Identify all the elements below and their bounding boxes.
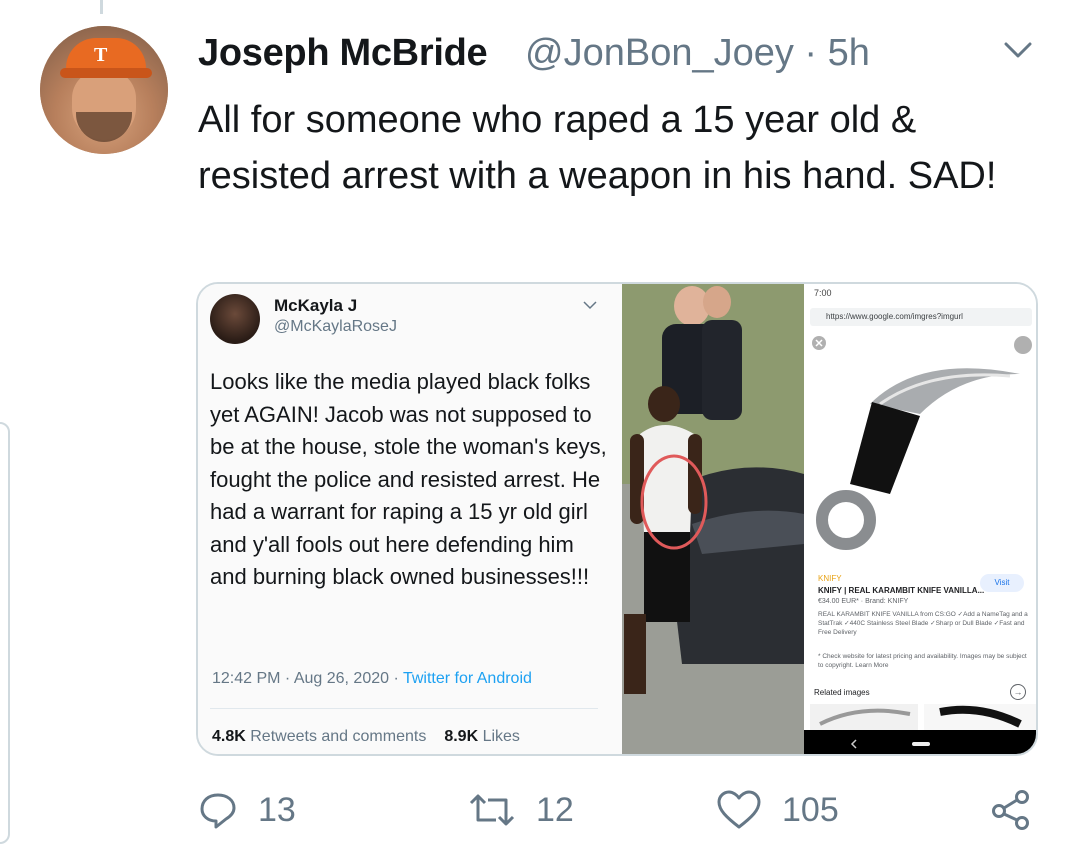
like-button[interactable]: 105: [716, 780, 839, 840]
inner-retweets-label: Retweets and comments: [245, 728, 427, 745]
product-card: KNIFY KNIFY | REAL KARAMBIT KNIFE VANILL…: [804, 566, 1036, 669]
police-scene-illustration: [622, 284, 804, 754]
inner-handle: @McKaylaRoseJ: [274, 318, 397, 335]
retweet-icon: [469, 794, 515, 826]
retweet-button[interactable]: 12: [468, 780, 574, 840]
phone-nav-bar: [804, 730, 1036, 754]
action-bar: 13 12 105: [0, 780, 1080, 840]
inner-timestamp-text: 12:42 PM · Aug 26, 2020 ·: [212, 670, 403, 687]
inner-chevron-down-icon: [583, 301, 597, 310]
like-icon: [717, 790, 761, 829]
quoted-tweet-screenshot: McKayla J @McKaylaRoseJ Looks like the m…: [198, 284, 622, 754]
product-brand: KNIFY: [818, 574, 842, 583]
phone-screenshot: 7:00 https://www.google.com/imgres?imgur…: [804, 284, 1036, 754]
share-button[interactable]: [990, 780, 1032, 840]
share-icon: [992, 790, 1029, 830]
reply-count: 13: [258, 790, 296, 829]
browser-url-bar: https://www.google.com/imgres?imgurl: [810, 308, 1032, 326]
reply-button[interactable]: 13: [198, 780, 296, 840]
inner-timestamp: 12:42 PM · Aug 26, 2020 · Twitter for An…: [212, 670, 532, 688]
arrow-right-icon: →: [1010, 684, 1026, 700]
photo-police-scene: [622, 284, 804, 754]
inner-stats: 4.8K Retweets and comments 8.9K Likes: [212, 728, 520, 746]
product-description: REAL KARAMBIT KNIFE VANILLA from CS:GO ✓…: [818, 611, 1028, 636]
inner-tweet-text: Looks like the media played black folks …: [210, 369, 607, 589]
visit-button: Visit: [980, 574, 1024, 592]
reply-icon: [200, 793, 236, 829]
related-thumbnails: [810, 704, 1036, 730]
karambit-knife-image: [816, 368, 1020, 550]
attached-image[interactable]: McKayla J @McKaylaRoseJ Looks like the m…: [196, 282, 1038, 756]
inner-avatar: [210, 294, 260, 344]
tweet-text: All for someone who raped a 15 year old …: [198, 99, 997, 197]
avatar-cap-logo: T: [94, 44, 108, 66]
inner-likes-count: 8.9K: [444, 728, 479, 745]
related-images-label: Related images: [814, 688, 870, 697]
inner-divider: [210, 708, 598, 709]
product-disclaimer: * Check website for latest pricing and a…: [818, 653, 1027, 669]
inner-app-name: Twitter for Android: [402, 670, 532, 687]
phone-time: 7:00: [814, 288, 832, 298]
phone-status-bar: 7:00: [804, 284, 1036, 302]
avatar-cap-brim: [60, 68, 152, 78]
inner-display-name: McKayla J: [274, 296, 358, 315]
inner-likes-label: Likes: [478, 728, 520, 745]
product-title: KNIFY | REAL KARAMBIT KNIFE VANILLA...: [818, 586, 985, 595]
product-price: €34.00 EUR* · Brand: KNIFY: [818, 598, 909, 605]
avatar[interactable]: T: [40, 26, 168, 154]
handle-and-time[interactable]: @JonBon_Joey · 5h: [525, 32, 870, 75]
thread-line: [100, 0, 103, 14]
phone-nav-icons: [850, 739, 930, 749]
like-count: 105: [782, 790, 839, 829]
display-name[interactable]: Joseph McBride: [198, 32, 488, 75]
retweet-count: 12: [536, 790, 574, 829]
inner-retweets-count: 4.8K: [212, 728, 246, 745]
chevron-down-icon[interactable]: [1003, 40, 1033, 60]
